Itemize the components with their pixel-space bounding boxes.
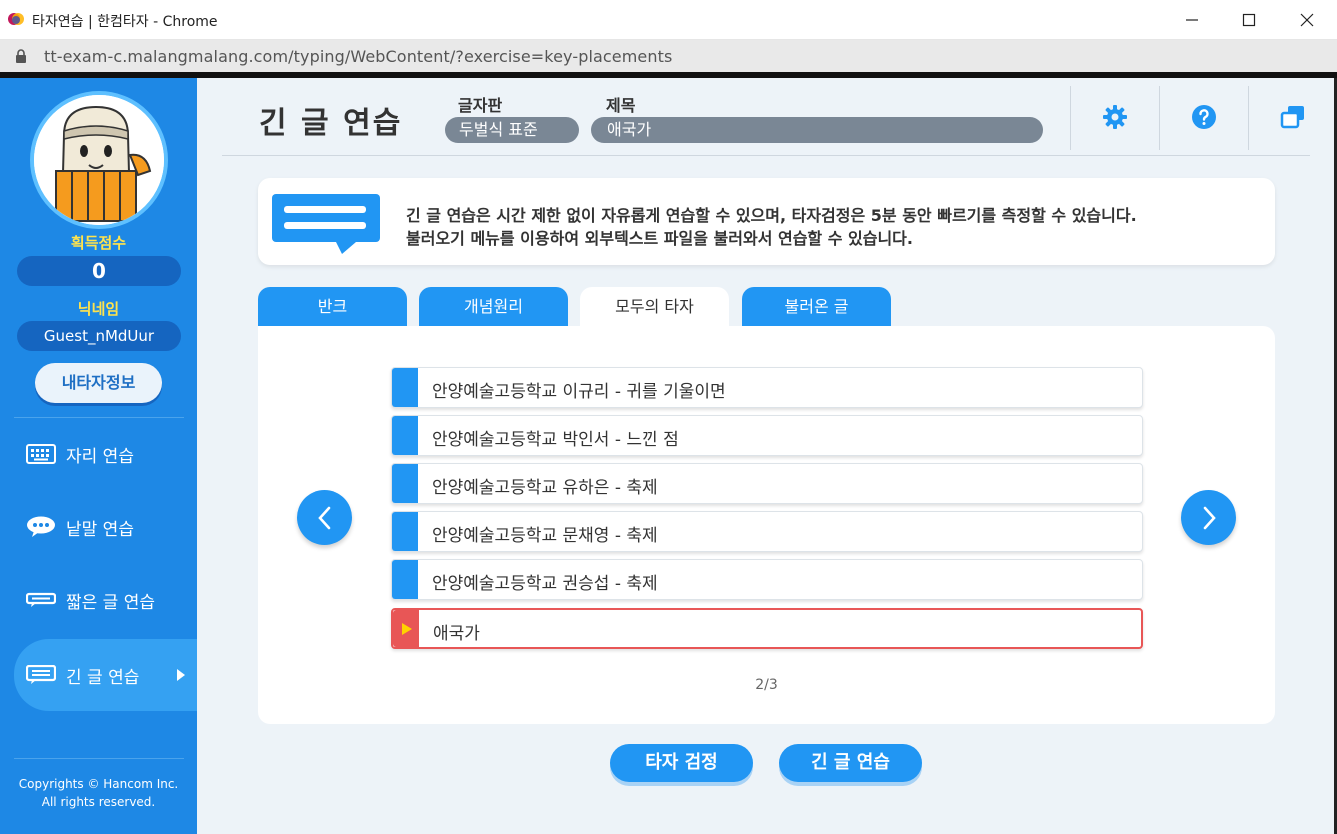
toolbar-separator — [1159, 86, 1160, 150]
list-item-label: 애국가 — [433, 624, 480, 644]
tab-loaded-text[interactable]: 불러온 글 — [742, 287, 891, 327]
chevron-right-icon — [1203, 506, 1216, 529]
sidebar-item-long-text[interactable]: 긴 글 연습 — [14, 639, 197, 711]
close-button[interactable] — [1278, 0, 1336, 40]
list-item-marker — [393, 610, 419, 647]
page-title: 긴 글 연습 — [259, 106, 403, 141]
close-icon — [1300, 13, 1314, 27]
long-text-practice-button[interactable]: 긴 글 연습 — [779, 744, 922, 782]
nickname-value: Guest_nMdUur — [17, 321, 181, 351]
notice-text-line1: 긴 글 연습은 시간 제한 없이 자유롭게 연습할 수 있으며, 타자검정은 5… — [406, 206, 1137, 225]
maximize-button[interactable] — [1220, 0, 1278, 40]
window-titlebar: 타자연습 | 한컴타자 - Chrome — [0, 0, 1337, 40]
speech-bubble-icon — [27, 516, 55, 537]
next-page-button[interactable] — [1181, 490, 1236, 545]
sidebar-divider — [14, 417, 184, 418]
lock-icon — [16, 49, 26, 63]
tab-vank[interactable]: 반크 — [258, 287, 407, 327]
play-icon — [402, 623, 412, 635]
window-title: 타자연습 | 한컴타자 - Chrome — [32, 14, 218, 30]
copyright: Copyrights © Hancom Inc. All rights rese… — [0, 775, 197, 811]
list-item-marker — [392, 512, 418, 551]
chevron-left-icon — [317, 506, 330, 529]
list-item-label: 안양예술고등학교 권승섭 - 축제 — [432, 574, 658, 594]
list-item-label: 안양예술고등학교 문채영 - 축제 — [432, 526, 658, 546]
nickname-label: 닉네임 — [77, 300, 120, 318]
list-item-marker — [392, 464, 418, 503]
keyboard-layout-label: 글자판 — [458, 96, 503, 115]
main-content: 긴 글 연습 글자판 두벌식 표준 제목 애국가 긴 글 연습은 시간 제한 없… — [197, 78, 1334, 834]
list-item[interactable]: 안양예술고등학교 문채영 - 축제 — [391, 511, 1143, 552]
url-text: tt-exam-c.malangmalang.com/typing/WebCon… — [44, 47, 673, 66]
list-item-marker — [392, 416, 418, 455]
tab-concept[interactable]: 개념원리 — [419, 287, 568, 327]
list-item-selected[interactable]: 애국가 — [391, 608, 1143, 649]
message-icon — [272, 194, 380, 254]
short-text-icon — [26, 592, 56, 607]
typing-exam-button[interactable]: 타자 검정 — [610, 744, 753, 782]
address-bar[interactable]: tt-exam-c.malangmalang.com/typing/WebCon… — [0, 40, 1337, 72]
list-item[interactable]: 안양예술고등학교 유하은 - 축제 — [391, 463, 1143, 504]
list-item-label: 안양예술고등학교 유하은 - 축제 — [432, 478, 658, 498]
sidebar-item-label: 긴 글 연습 — [66, 667, 140, 688]
list-item-label: 안양예술고등학교 박인서 - 느낀 점 — [432, 430, 679, 450]
active-arrow-icon — [177, 669, 185, 681]
keyboard-icon — [26, 444, 56, 464]
list-item-marker — [392, 368, 418, 407]
app-logo-icon — [8, 13, 24, 25]
sidebar-item-label: 자리 연습 — [66, 446, 134, 467]
page-indicator: 2/3 — [755, 677, 778, 693]
header-divider — [222, 155, 1310, 156]
help-icon[interactable] — [1191, 104, 1217, 130]
my-typing-info-button[interactable]: 내타자정보 — [35, 363, 162, 403]
notice-box: 긴 글 연습은 시간 제한 없이 자유롭게 연습할 수 있으며, 타자검정은 5… — [258, 178, 1275, 265]
toolbar-separator — [1070, 86, 1071, 150]
list-item[interactable]: 안양예술고등학교 권승섭 - 축제 — [391, 559, 1143, 600]
minimize-button[interactable] — [1163, 0, 1221, 40]
mascot-avatar-image — [34, 95, 164, 225]
long-text-icon — [26, 665, 56, 684]
sidebar-divider — [14, 758, 184, 759]
sidebar-item-short-text[interactable]: 짧은 글 연습 — [0, 570, 197, 630]
toolbar-separator — [1248, 86, 1249, 150]
score-label: 획득점수 — [70, 234, 127, 252]
gear-icon[interactable] — [1102, 104, 1128, 130]
subject-value: 애국가 — [591, 117, 1043, 143]
sidebar-item-word-practice[interactable]: 낱말 연습 — [0, 497, 197, 557]
window-icon[interactable] — [1280, 104, 1306, 130]
subject-label: 제목 — [606, 96, 636, 115]
sidebar-item-label: 짧은 글 연습 — [66, 592, 156, 613]
sidebar-item-label: 낱말 연습 — [66, 519, 134, 540]
list-item-label: 안양예술고등학교 이규리 - 귀를 기울이면 — [432, 382, 726, 402]
copyright-line: All rights reserved. — [41, 795, 156, 809]
sidebar-item-key-placement[interactable]: 자리 연습 — [0, 424, 197, 484]
prev-page-button[interactable] — [297, 490, 352, 545]
minimize-icon — [1186, 19, 1198, 21]
keyboard-layout-value: 두벌식 표준 — [445, 117, 579, 143]
text-list-panel: 안양예술고등학교 이규리 - 귀를 기울이면 안양예술고등학교 박인서 - 느낀… — [258, 326, 1275, 724]
list-item[interactable]: 안양예술고등학교 이규리 - 귀를 기울이면 — [391, 367, 1143, 408]
sidebar: 획득점수 0 닉네임 Guest_nMdUur 내타자정보 자리 연습 낱말 연… — [0, 78, 197, 834]
notice-text-line2: 불러오기 메뉴를 이용하여 외부텍스트 파일을 불러와서 연습할 수 있습니다. — [406, 229, 913, 248]
list-item-marker — [392, 560, 418, 599]
copyright-line: Copyrights © Hancom Inc. — [18, 777, 179, 791]
list-item[interactable]: 안양예술고등학교 박인서 - 느낀 점 — [391, 415, 1143, 456]
avatar — [30, 91, 168, 229]
tab-everyones-typing[interactable]: 모두의 타자 — [580, 287, 729, 329]
score-value: 0 — [17, 256, 181, 286]
maximize-icon — [1242, 13, 1256, 27]
